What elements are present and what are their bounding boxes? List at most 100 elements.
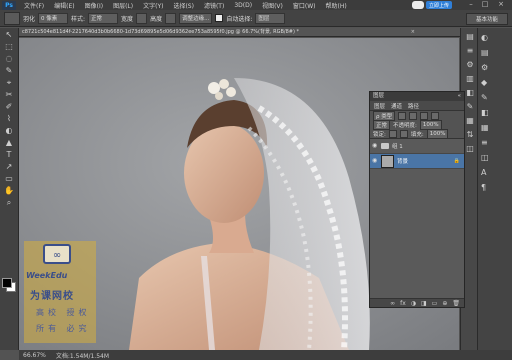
crop-tool-icon[interactable]: ⌖	[3, 78, 15, 88]
adjustment-layer-icon[interactable]: ◨	[421, 300, 427, 307]
status-bar: 66.67% 文档:1.54M/1.54M	[19, 350, 512, 360]
feather-label: 羽化	[23, 15, 36, 23]
refine-edge-button[interactable]: 调整边缘...	[179, 12, 213, 24]
dock-color-icon[interactable]: ◐	[481, 31, 511, 43]
slice-tool-icon[interactable]: ✂	[3, 90, 15, 100]
document-tab[interactable]: c8721c504e811d4f-2217640d3b0b6680-1d73d6…	[19, 28, 475, 37]
height-label: 高度	[150, 15, 163, 23]
delete-layer-icon[interactable]: 🗑	[452, 300, 460, 307]
menu-window[interactable]: 窗口(W)	[288, 1, 321, 10]
dock-layers-icon[interactable]: ≡	[481, 136, 511, 148]
dock-adjustments-icon[interactable]: ◧	[481, 106, 511, 118]
link-layers-icon[interactable]: ∞	[390, 300, 395, 307]
dock-brush-icon[interactable]: ✎	[481, 91, 511, 103]
lock-row: 锁定: 填充: 100%	[370, 128, 464, 139]
menu-image[interactable]: 图像(I)	[80, 1, 108, 10]
new-layer-icon[interactable]: ⊕	[442, 300, 447, 307]
zoom-level[interactable]: 66.67%	[23, 352, 46, 359]
type-tool-icon[interactable]: T	[3, 150, 15, 160]
history-brush-tool-icon[interactable]: ⌇	[3, 114, 15, 124]
visibility-eye-icon[interactable]: ◉	[372, 143, 378, 149]
path-select-tool-icon[interactable]: ↗	[3, 162, 15, 172]
lock-label: 锁定:	[373, 131, 386, 138]
layer-row-background[interactable]: ◉ 背景 🔒	[370, 154, 464, 169]
lock-position-icon[interactable]	[399, 129, 408, 138]
properties-panel-icon[interactable]: ≡	[464, 46, 476, 56]
actions-panel-icon[interactable]: ▥	[464, 74, 476, 84]
close-window-button[interactable]: ×	[496, 1, 506, 8]
brush-panel-icon[interactable]: ✎	[464, 102, 476, 112]
watermark-brand: WeekEdu	[26, 271, 68, 280]
filter-adjust-icon[interactable]	[409, 111, 418, 120]
menu-edit[interactable]: 编辑(E)	[49, 1, 79, 10]
blend-mode-select[interactable]: 正常	[373, 119, 391, 130]
style-label: 样式:	[71, 15, 86, 23]
move-tool-icon[interactable]: ↖	[3, 30, 15, 40]
history-panel-icon[interactable]: ▤	[464, 32, 476, 42]
menu-filter[interactable]: 滤镜(T)	[199, 1, 229, 10]
adjustments-panel-icon[interactable]: ◧	[464, 88, 476, 98]
brush-tool-icon[interactable]: ✐	[3, 102, 15, 112]
dock-swatches-icon[interactable]: ▤	[481, 46, 511, 58]
settings-panel-icon[interactable]: ⚙	[464, 60, 476, 70]
filter-pixel-icon[interactable]	[398, 111, 407, 120]
auto-select-checkbox[interactable]	[215, 14, 224, 22]
style-select[interactable]: 正常	[88, 12, 119, 24]
fill-input[interactable]: 100%	[426, 128, 449, 139]
dock-styles-icon[interactable]: ⚙	[481, 61, 511, 73]
menu-help[interactable]: 帮助(H)	[321, 1, 352, 10]
collapse-panel-icon[interactable]: «	[458, 92, 461, 101]
dock-paragraph-icon[interactable]: ¶	[481, 181, 511, 193]
hand-tool-icon[interactable]: ✋	[3, 186, 15, 196]
menu-layer[interactable]: 图层(L)	[108, 1, 138, 10]
dock-channels-icon[interactable]: ◫	[481, 151, 511, 163]
menu-3d[interactable]: 3D(D)	[229, 2, 257, 9]
height-input[interactable]	[165, 12, 177, 24]
marquee-tool-icon[interactable]: ⬚	[3, 42, 15, 52]
layer-name: 组 1	[392, 144, 403, 150]
menu-type[interactable]: 文字(Y)	[138, 1, 168, 10]
info-panel-icon[interactable]: ⇅	[464, 130, 476, 140]
dock-3d-icon[interactable]: ◆	[481, 76, 511, 88]
menu-select[interactable]: 选择(S)	[168, 1, 199, 10]
lasso-tool-icon[interactable]: ◌	[3, 54, 15, 64]
filter-type-icon[interactable]	[420, 111, 429, 120]
layer-style-icon[interactable]: fx	[400, 300, 406, 307]
tab-layers[interactable]: 图层	[374, 102, 385, 110]
tab-paths[interactable]: 路径	[408, 102, 419, 110]
opacity-label: 不透明度:	[393, 122, 417, 129]
width-input[interactable]	[136, 12, 148, 24]
add-mask-icon[interactable]: ◑	[411, 300, 416, 307]
sharpen-tool-icon[interactable]: ▲	[3, 138, 15, 148]
navigator-panel-icon[interactable]: ◫	[464, 144, 476, 154]
shape-tool-icon[interactable]: ▭	[3, 174, 15, 184]
menu-file[interactable]: 文件(F)	[19, 1, 49, 10]
layer-row-group[interactable]: ◉ 组 1	[370, 139, 464, 154]
swatches-panel-icon[interactable]: ▦	[464, 116, 476, 126]
layers-panel-tabs: 图层 通道 路径	[370, 101, 464, 111]
watermark-monitor-icon: ∞	[43, 244, 71, 264]
dock-character-icon[interactable]: A	[481, 166, 511, 178]
upload-button[interactable]: 立即上传	[426, 1, 452, 9]
minimize-button[interactable]: –	[466, 1, 476, 8]
dock-masks-icon[interactable]: ▦	[481, 121, 511, 133]
layers-panel-header[interactable]: 图层 «	[370, 92, 464, 101]
maximize-button[interactable]: □	[480, 1, 490, 8]
filter-shape-icon[interactable]	[431, 111, 440, 120]
auto-select-dropdown[interactable]: 图层	[255, 12, 286, 24]
tab-channels[interactable]: 通道	[391, 102, 402, 110]
tool-preset-picker[interactable]	[4, 11, 20, 25]
workspace-select[interactable]: 基本功能	[466, 13, 508, 25]
visibility-eye-icon[interactable]: ◉	[372, 158, 378, 164]
dodge-tool-icon[interactable]: ◐	[3, 126, 15, 136]
layers-list: ◉ 组 1 ◉ 背景 🔒	[370, 138, 464, 301]
quick-select-tool-icon[interactable]: ✎	[3, 66, 15, 76]
lock-pixels-icon[interactable]	[388, 129, 397, 138]
new-group-icon[interactable]: ▭	[432, 300, 438, 307]
feather-input[interactable]: 0 像素	[38, 12, 69, 24]
menu-view[interactable]: 视图(V)	[257, 1, 288, 10]
close-document-icon[interactable]: ×	[411, 28, 415, 36]
foreground-color-swatch[interactable]	[2, 278, 12, 288]
tools-panel: ↖ ⬚ ◌ ✎ ⌖ ✂ ✐ ⌇ ◐ ▲ T ↗ ▭ ✋ ⌕	[0, 28, 19, 350]
zoom-tool-icon[interactable]: ⌕	[3, 198, 15, 208]
